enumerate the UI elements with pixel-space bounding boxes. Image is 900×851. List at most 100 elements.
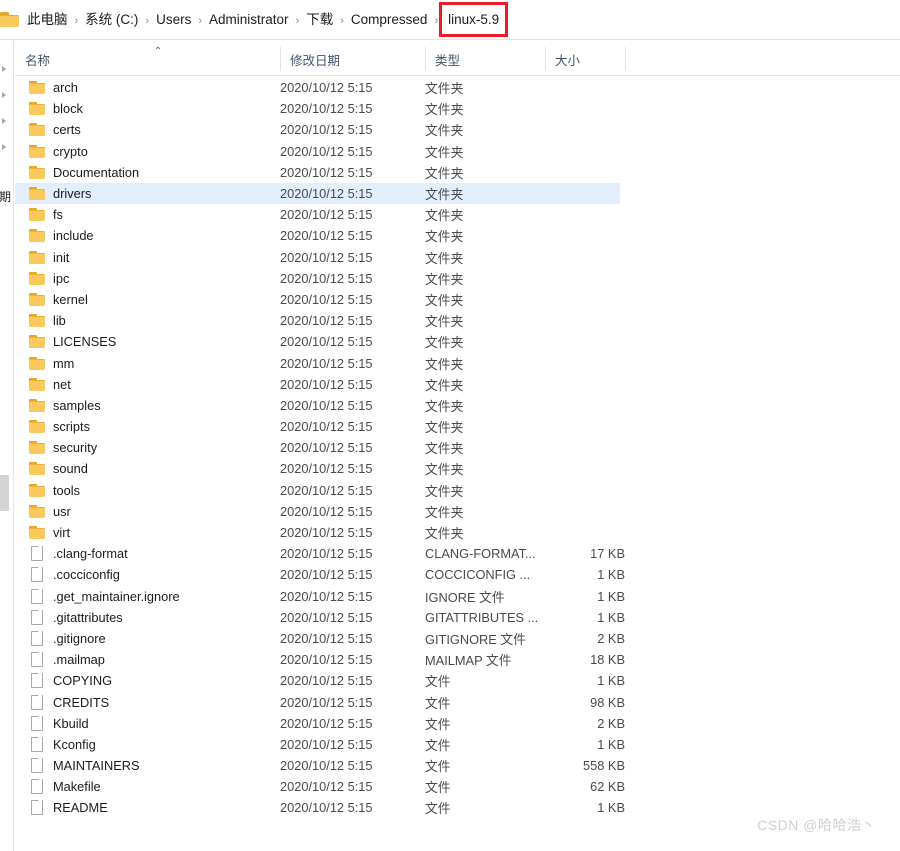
navigation-pane-sliver[interactable]: 期: [0, 41, 14, 851]
file-name-cell[interactable]: arch: [29, 80, 78, 95]
file-size-cell: 1 KB: [597, 588, 625, 604]
file-list-row[interactable]: block 2020/10/12 5:15 文件夹: [15, 98, 900, 119]
file-name-cell[interactable]: LICENSES: [29, 334, 116, 349]
file-name-cell[interactable]: usr: [29, 504, 71, 519]
file-list-row[interactable]: security 2020/10/12 5:15 文件夹: [15, 437, 900, 458]
file-list-row[interactable]: crypto 2020/10/12 5:15 文件夹: [15, 141, 900, 162]
file-list-row[interactable]: fs 2020/10/12 5:15 文件夹: [15, 204, 900, 225]
file-name-cell[interactable]: crypto: [29, 144, 88, 159]
file-name-cell[interactable]: .gitattributes: [29, 609, 123, 625]
folder-icon: [29, 377, 45, 391]
file-name-cell[interactable]: Kconfig: [29, 736, 96, 752]
file-name-cell[interactable]: Kbuild: [29, 715, 89, 731]
breadcrumb-item[interactable]: 系统 (C:): [79, 9, 144, 30]
file-list-row[interactable]: .get_maintainer.ignore 2020/10/12 5:15 IGN…: [15, 586, 900, 607]
breadcrumb-current-label: linux-5.9: [448, 12, 500, 27]
file-name-cell[interactable]: kernel: [29, 292, 88, 307]
file-name-cell[interactable]: README: [29, 800, 108, 816]
file-list-row[interactable]: init 2020/10/12 5:15 文件夹: [15, 247, 900, 268]
file-name-cell[interactable]: samples: [29, 398, 101, 413]
file-list-row[interactable]: include 2020/10/12 5:15 文件夹: [15, 225, 900, 246]
file-list-row[interactable]: samples 2020/10/12 5:15 文件夹: [15, 395, 900, 416]
chevron-right-icon[interactable]: [2, 66, 6, 72]
column-header-type[interactable]: 类型: [425, 42, 545, 76]
breadcrumb[interactable]: 此电脑 › 系统 (C:) › Users › Administrator › 下载 › Compr…: [21, 2, 509, 37]
address-bar[interactable]: 此电脑 › 系统 (C:) › Users › Administrator › 下载 › Compr…: [0, 0, 900, 40]
file-name-cell[interactable]: certs: [29, 122, 81, 137]
breadcrumb-item-current[interactable]: linux-5.9: [439, 2, 509, 37]
file-list-row[interactable]: .gitignore 2020/10/12 5:15 GITIGNORE 文件 2 K…: [15, 628, 900, 649]
file-list-row[interactable]: .gitattributes 2020/10/12 5:15 GITATTRIBUT…: [15, 607, 900, 628]
column-header-name[interactable]: 名称 ⌃: [15, 42, 280, 76]
file-list-row[interactable]: Makefile 2020/10/12 5:15 文件 62 KB: [15, 776, 900, 797]
file-name-cell[interactable]: security: [29, 440, 97, 455]
file-list-row[interactable]: MAINTAINERS 2020/10/12 5:15 文件 558 KB: [15, 755, 900, 776]
file-name-cell[interactable]: sound: [29, 461, 88, 476]
file-name-cell[interactable]: include: [29, 228, 94, 243]
breadcrumb-item[interactable]: Administrator: [203, 9, 295, 30]
file-name-cell[interactable]: .get_maintainer.ignore: [29, 588, 180, 604]
file-list-row[interactable]: drivers 2020/10/12 5:15 文件夹: [15, 182, 620, 205]
file-list-row[interactable]: usr 2020/10/12 5:15 文件夹: [15, 501, 900, 522]
file-name-cell[interactable]: .gitignore: [29, 630, 106, 646]
file-name-cell[interactable]: tools: [29, 483, 80, 498]
file-list-row[interactable]: virt 2020/10/12 5:15 文件夹: [15, 522, 900, 543]
file-list-row[interactable]: arch 2020/10/12 5:15 文件夹: [15, 77, 900, 98]
file-list-row[interactable]: net 2020/10/12 5:15 文件夹: [15, 374, 900, 395]
file-list-row[interactable]: lib 2020/10/12 5:15 文件夹: [15, 310, 900, 331]
file-name-label: README: [53, 800, 108, 816]
file-list-row[interactable]: sound 2020/10/12 5:15 文件夹: [15, 458, 900, 479]
file-list-row[interactable]: mm 2020/10/12 5:15 文件夹: [15, 352, 900, 373]
file-list-row[interactable]: Documentation 2020/10/12 5:15 文件夹: [15, 162, 900, 183]
file-name-cell[interactable]: virt: [29, 525, 70, 540]
file-name-label: usr: [53, 503, 71, 519]
file-list-row[interactable]: Kbuild 2020/10/12 5:15 文件 2 KB: [15, 713, 900, 734]
file-list-row[interactable]: Kconfig 2020/10/12 5:15 文件 1 KB: [15, 734, 900, 755]
folder-icon: [29, 335, 45, 349]
file-name-cell[interactable]: block: [29, 101, 83, 116]
file-list-row[interactable]: tools 2020/10/12 5:15 文件夹: [15, 480, 900, 501]
file-name-cell[interactable]: drivers: [29, 186, 91, 201]
file-list-row[interactable]: .cocciconfig 2020/10/12 5:15 COCCICONFIG .…: [15, 564, 900, 585]
file-name-cell[interactable]: init: [29, 250, 69, 265]
file-list-row[interactable]: kernel 2020/10/12 5:15 文件夹: [15, 289, 900, 310]
file-name-cell[interactable]: Documentation: [29, 165, 139, 180]
file-name-cell[interactable]: CREDITS: [29, 694, 109, 710]
file-name-label: drivers: [53, 186, 92, 202]
breadcrumb-item[interactable]: 此电脑: [21, 9, 74, 30]
file-list[interactable]: arch 2020/10/12 5:15 文件夹 block 2020/10/12 5:…: [15, 77, 900, 851]
file-name-cell[interactable]: Makefile: [29, 779, 101, 795]
file-name-cell[interactable]: MAINTAINERS: [29, 758, 140, 774]
file-name-cell[interactable]: mm: [29, 356, 74, 371]
file-name-cell[interactable]: fs: [29, 207, 63, 222]
column-header-date-modified[interactable]: 修改日期: [280, 42, 425, 76]
file-name-cell[interactable]: lib: [29, 313, 66, 328]
breadcrumb-item[interactable]: 下载: [300, 9, 339, 30]
file-name-cell[interactable]: COPYING: [29, 673, 112, 689]
file-name-cell[interactable]: .mailmap: [29, 652, 105, 668]
chevron-right-icon[interactable]: [2, 92, 6, 98]
file-name-cell[interactable]: net: [29, 377, 71, 392]
file-date-cell: 2020/10/12 5:15: [280, 694, 373, 710]
file-list-row[interactable]: LICENSES 2020/10/12 5:15 文件夹: [15, 331, 900, 352]
folder-icon: [29, 187, 45, 201]
file-list-row[interactable]: scripts 2020/10/12 5:15 文件夹: [15, 416, 900, 437]
vertical-scrollbar-thumb[interactable]: [0, 475, 9, 511]
file-list-row[interactable]: ipc 2020/10/12 5:15 文件夹: [15, 268, 900, 289]
file-list-row[interactable]: .clang-format 2020/10/12 5:15 CLANG-FORMAT…: [15, 543, 900, 564]
file-list-row[interactable]: .mailmap 2020/10/12 5:15 MAILMAP 文件 18 KB: [15, 649, 900, 670]
file-name-label: .mailmap: [53, 652, 105, 668]
folder-icon: [29, 292, 45, 306]
file-list-row[interactable]: COPYING 2020/10/12 5:15 文件 1 KB: [15, 670, 900, 691]
chevron-right-icon[interactable]: [2, 118, 6, 124]
breadcrumb-item[interactable]: Users: [150, 9, 197, 30]
file-name-cell[interactable]: .cocciconfig: [29, 567, 120, 583]
file-list-row[interactable]: CREDITS 2020/10/12 5:15 文件 98 KB: [15, 691, 900, 712]
chevron-right-icon[interactable]: [2, 144, 6, 150]
file-name-cell[interactable]: .clang-format: [29, 546, 128, 562]
file-name-cell[interactable]: ipc: [29, 271, 69, 286]
column-header-size[interactable]: 大小: [545, 42, 625, 76]
file-name-cell[interactable]: scripts: [29, 419, 90, 434]
breadcrumb-item[interactable]: Compressed: [345, 9, 434, 30]
file-list-row[interactable]: certs 2020/10/12 5:15 文件夹: [15, 119, 900, 140]
